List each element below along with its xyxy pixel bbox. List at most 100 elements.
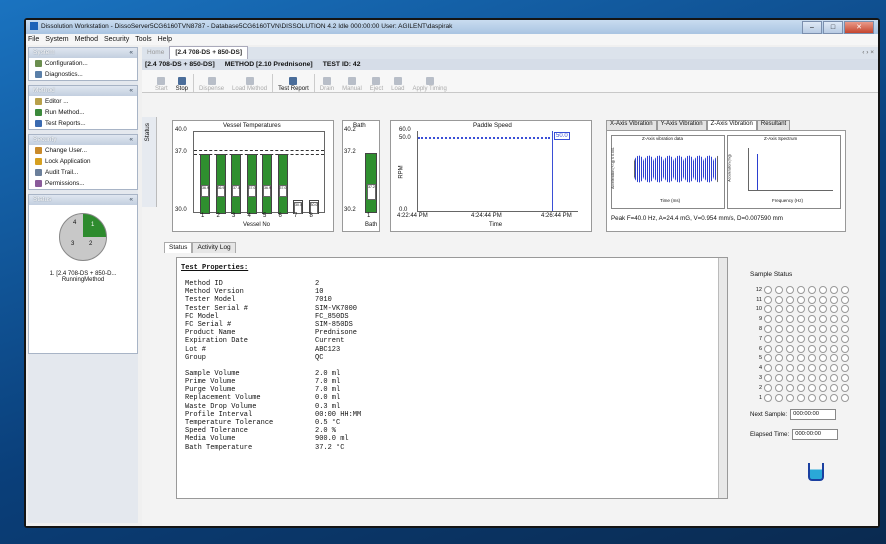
sidebar-item-configuration[interactable]: Configuration... <box>29 58 137 69</box>
property-key: Group <box>185 353 207 362</box>
diagnostics-icon <box>35 71 42 78</box>
tab-vibration-2[interactable]: Z-Axis Vibration <box>706 120 757 130</box>
sidebar-item-change-user[interactable]: Change User... <box>29 145 137 156</box>
sidebar-item-editor[interactable]: Editor ... <box>29 96 137 107</box>
system-section: System « Configuration... Diagnostics... <box>28 47 138 81</box>
toolbar-manual-button[interactable]: Manual <box>339 77 365 92</box>
sample-indicator <box>841 354 849 363</box>
vertical-scrollbar[interactable] <box>718 258 727 498</box>
property-row: Sample Volume 2.0 ml <box>177 370 727 378</box>
app-window: Dissolution Workstation - DissoServer5CG… <box>26 20 878 526</box>
sample-indicator <box>830 354 838 363</box>
property-value: QC <box>315 353 324 362</box>
tab-vibration-0[interactable]: X-Axis Vibration <box>606 120 657 130</box>
collapse-icon[interactable]: « <box>129 135 133 145</box>
sample-row: 5 <box>750 354 852 364</box>
toolbar-separator <box>313 74 315 92</box>
security-section-header[interactable]: Security « <box>29 135 137 145</box>
tab-home[interactable]: Home <box>142 47 169 59</box>
sample-indicator <box>808 374 816 383</box>
paddle-y-tick: 50.0 <box>399 135 411 141</box>
menu-help[interactable]: Help <box>158 34 172 45</box>
sample-indicator <box>786 305 794 314</box>
sidebar-item-permissions[interactable]: Permissions... <box>29 178 137 189</box>
sample-indicator <box>819 374 827 383</box>
vessel-icon <box>808 463 824 481</box>
toolbar-drain-button[interactable]: Drain <box>317 77 337 92</box>
sample-row: 2 <box>750 383 852 393</box>
sample-indicator <box>819 364 827 373</box>
sample-indicator <box>775 393 783 402</box>
next-sample-field: Next Sample: 000:00:00 <box>750 409 837 420</box>
menu-system[interactable]: System <box>45 34 68 45</box>
toolbar-test-report-button[interactable]: Test Report <box>275 77 312 92</box>
toolbar-load-method-button[interactable]: Load Method <box>229 77 270 92</box>
elapsed-time-field: Elapsed Time: 000:00:00 <box>750 429 839 440</box>
property-value: Current <box>315 337 345 346</box>
toolbar-apply-timing-button[interactable]: Apply Timing <box>409 77 449 92</box>
close-button[interactable]: ✕ <box>844 21 874 34</box>
tab-nav-controls[interactable]: ‹ › × <box>862 47 878 59</box>
sidebar-item-test-reports[interactable]: Test Reports... <box>29 118 137 129</box>
menu-bar: File System Method Security Tools Help <box>26 34 878 45</box>
sample-indicator <box>819 305 827 314</box>
sidebar-item-run-method[interactable]: Run Method... <box>29 107 137 118</box>
collapse-icon[interactable]: « <box>129 86 133 96</box>
property-row: Tester Serial # SIM-VK7000 <box>177 305 727 313</box>
sample-grid: 12 11 10 9 8 7 6 5 4 3 2 1 <box>750 285 852 403</box>
toolbar-eject-button[interactable]: Eject <box>367 77 386 92</box>
sample-indicator <box>764 393 772 402</box>
tab-status[interactable]: Status <box>164 242 193 253</box>
property-key: Temperature Tolerance <box>185 419 274 427</box>
sample-indicator <box>830 334 838 343</box>
vibration-waveform-chart: Z-Axis vibration data Acceleration (+/-g… <box>611 135 725 209</box>
sample-row: 3 <box>750 373 852 383</box>
window-title: Dissolution Workstation - DissoServer5CG… <box>41 23 453 30</box>
system-section-header[interactable]: System « <box>29 48 137 58</box>
property-key: Replacement Volume <box>185 394 261 403</box>
current-time-marker <box>552 131 553 211</box>
sidebar-item-label: Lock Application <box>45 158 91 165</box>
toolbar-stop-button[interactable]: Stop <box>173 77 191 92</box>
toolbar-start-button[interactable]: Start <box>152 77 171 92</box>
collapse-icon[interactable]: « <box>129 195 133 205</box>
sidebar-item-audit-trail[interactable]: Audit Trail... <box>29 167 137 178</box>
toolbar-dispense-button[interactable]: Dispense <box>196 77 227 92</box>
sample-row-number: 6 <box>758 345 762 352</box>
vessel-tick: 8 <box>309 213 313 219</box>
tab-active-test[interactable]: [2.4 708-DS + 850-DS] <box>169 46 249 59</box>
toolbar-label: Start <box>155 86 168 92</box>
vessel-bar: 37.0 <box>231 154 241 214</box>
collapse-icon[interactable]: « <box>129 48 133 58</box>
sidebar-item-lock-application[interactable]: Lock Application <box>29 156 137 167</box>
sample-indicator <box>775 305 783 314</box>
toolbar-load-button[interactable]: Load <box>388 77 407 92</box>
menu-security[interactable]: Security <box>104 34 129 45</box>
sidebar-item-diagnostics[interactable]: Diagnostics... <box>29 69 137 80</box>
vessel-bar: 36.9 <box>262 154 272 214</box>
tab-activity-log[interactable]: Activity Log <box>192 242 236 253</box>
menu-tools[interactable]: Tools <box>135 34 151 45</box>
status-side-tab[interactable]: Status <box>142 117 157 207</box>
paddle-title: Paddle Speed <box>473 122 512 129</box>
sample-indicator <box>830 374 838 383</box>
tab-vibration-3[interactable]: Resultant <box>756 120 791 130</box>
tab-vibration-1[interactable]: Y-Axis Vibration <box>656 120 707 130</box>
minimize-button[interactable]: – <box>802 21 822 34</box>
sample-row-number: 5 <box>758 355 762 362</box>
menu-file[interactable]: File <box>28 34 39 45</box>
menu-method[interactable]: Method <box>75 34 98 45</box>
bath-reading-label: 37.2 <box>367 184 376 200</box>
method-section-header[interactable]: Method « <box>29 86 137 96</box>
sample-indicator <box>830 285 838 294</box>
status-side-label: Status <box>144 123 151 142</box>
vessel-reading: 36.9 <box>217 186 225 190</box>
sample-indicator <box>830 393 838 402</box>
test-properties-textbox[interactable]: Test Properties: Method ID 2 Method Versio… <box>176 257 728 499</box>
sidebar-item-label: Permissions... <box>45 180 85 187</box>
pie-label: 4 <box>73 220 77 226</box>
vessel-reading-label: 37.0 <box>232 185 240 197</box>
maximize-button[interactable]: □ <box>823 21 843 34</box>
status-section-header[interactable]: Status « <box>29 195 137 205</box>
waveform-title: Z-Axis vibration data <box>642 136 684 141</box>
